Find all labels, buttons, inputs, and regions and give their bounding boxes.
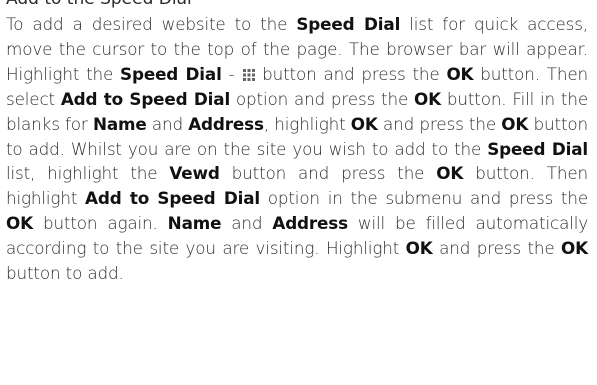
text-segment: button and press the — [219, 163, 437, 184]
text-segment: button and press the — [255, 63, 447, 84]
text-segment: button to add. — [6, 263, 124, 284]
speed-dial-instructions: To add a desired website to the Speed Di… — [6, 12, 588, 286]
text-segment: and press the — [432, 238, 562, 259]
term-ok: OK — [414, 88, 441, 109]
term-ok: OK — [405, 238, 433, 259]
text-segment: list, highlight the — [6, 163, 170, 184]
text-segment: and — [221, 213, 273, 234]
text-segment: and press the — [377, 113, 502, 134]
term-speed-dial: Speed Dial — [296, 14, 401, 34]
text-segment: - — [221, 63, 242, 84]
term-add-to-speed-dial: Add to Speed Dial — [60, 88, 231, 109]
text-segment: To add a desired website to the — [6, 14, 297, 34]
term-ok: OK — [446, 63, 474, 84]
term-ok: OK — [6, 213, 33, 234]
text-segment: and — [146, 113, 189, 134]
text-segment: , highlight — [263, 113, 351, 134]
term-speed-dial: Speed Dial — [487, 138, 588, 159]
term-ok: OK — [561, 238, 588, 259]
text-segment: option and press the — [230, 88, 414, 109]
section-heading: Add to the Speed Dial — [6, 0, 192, 10]
term-ok: OK — [436, 163, 464, 184]
term-address: Address — [272, 213, 348, 234]
term-address: Address — [188, 113, 264, 134]
term-name: Name — [92, 113, 147, 134]
manual-page: Add to the Speed Dial To add a desired w… — [0, 0, 597, 385]
term-add-to-speed-dial: Add to Speed Dial — [85, 188, 260, 209]
term-ok: OK — [350, 113, 378, 134]
term-speed-dial: Speed Dial — [120, 63, 222, 84]
term-name: Name — [167, 213, 222, 234]
term-ok: OK — [501, 113, 529, 134]
term-vewd: Vewd — [169, 163, 220, 184]
text-segment: option in the submenu and press the — [259, 188, 589, 209]
text-segment: button again. — [32, 213, 168, 234]
speed-dial-grid-icon — [243, 68, 256, 81]
